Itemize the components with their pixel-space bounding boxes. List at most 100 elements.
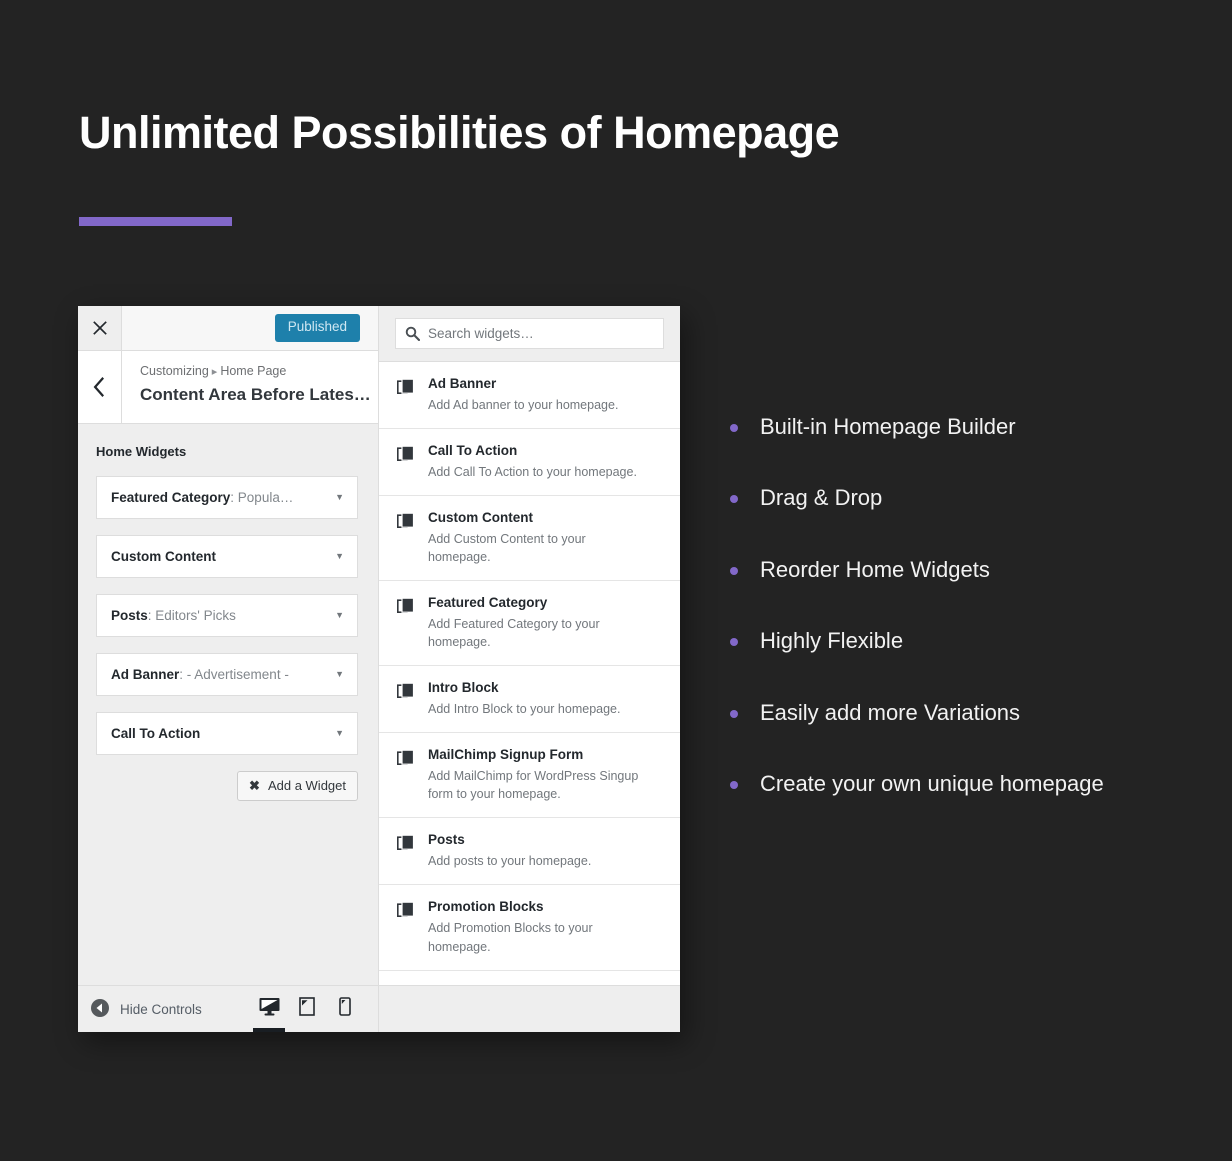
available-widget-item[interactable]: Featured Category Add Featured Category …: [379, 581, 680, 667]
copy-pages-icon: [397, 679, 415, 718]
home-widget-item[interactable]: Call To Action ▼: [96, 712, 358, 755]
copy-pages-icon: [397, 746, 415, 803]
available-widget-item[interactable]: Custom Content Add Custom Content to you…: [379, 496, 680, 582]
add-a-widget-label: Add a Widget: [267, 778, 346, 793]
available-widget-title: Custom Content: [428, 510, 533, 526]
tablet-icon: [299, 997, 315, 1021]
home-widget-item[interactable]: Featured Category: Popula… ▼: [96, 476, 358, 519]
home-widget-name: Ad Banner: [111, 667, 180, 682]
publish-button[interactable]: Published: [274, 314, 360, 342]
available-widget-desc: Add MailChimp for WordPress Singup form …: [428, 769, 639, 802]
home-widget-item[interactable]: Ad Banner: - Advertisement - ▼: [96, 653, 358, 696]
home-widget-label: Custom Content: [111, 549, 216, 564]
add-widget-row: ✖ Add a Widget: [96, 771, 358, 801]
feature-label: Highly Flexible: [760, 628, 904, 654]
search-box[interactable]: [395, 318, 664, 349]
feature-item: Drag & Drop: [730, 485, 1200, 511]
available-widget-text: Posts Add posts to your homepage.: [428, 831, 591, 870]
available-widgets-list: Ad Banner Add Ad banner to your homepage…: [379, 362, 680, 985]
close-x-icon: ✖: [249, 778, 260, 793]
available-widget-desc: Add posts to your homepage.: [428, 854, 592, 869]
hide-controls-button[interactable]: Hide Controls: [78, 998, 202, 1021]
available-widget-item[interactable]: Promotion Blocks Add Promotion Blocks to…: [379, 885, 680, 971]
close-customizer-button[interactable]: [78, 306, 122, 350]
available-widget-title: Ad Banner: [428, 376, 497, 391]
feature-label: Reorder Home Widgets: [760, 556, 990, 582]
copy-pages-icon: [397, 375, 415, 414]
available-widget-item[interactable]: MailChimp Signup Form Add MailChimp for …: [379, 733, 680, 819]
panel-header-text: Customizing ▸ Home Page Content Area Befor…: [122, 351, 385, 423]
feature-label: Drag & Drop: [760, 485, 883, 511]
mobile-icon: [339, 997, 351, 1021]
available-widget-title: MailChimp Signup Form: [428, 747, 584, 763]
breadcrumb: Customizing ▸ Home Page: [140, 362, 371, 381]
page-title: Unlimited Possibilities of Homepage: [79, 107, 840, 158]
available-widget-text: MailChimp Signup Form Add MailChimp for …: [428, 746, 646, 803]
device-preview-switcher: [250, 986, 378, 1032]
home-widget-name: Custom Content: [111, 549, 216, 564]
home-widgets-section: Home Widgets Featured Category: Popula… …: [78, 424, 378, 985]
close-icon: [92, 320, 108, 336]
home-widget-item[interactable]: Posts: Editors' Picks ▼: [96, 594, 358, 637]
home-widget-label: Ad Banner: - Advertisement -: [111, 667, 289, 682]
available-widget-title: Promotion Blocks: [428, 899, 544, 915]
home-widget-item[interactable]: Custom Content ▼: [96, 535, 358, 578]
home-widget-value-sep: :: [230, 490, 238, 505]
chevron-left-icon: [93, 377, 106, 397]
collapse-left-icon: [90, 998, 110, 1021]
chevron-down-icon: ▼: [335, 492, 344, 502]
customizer-controls-pane: Published Customizing ▸ Home Page Conten…: [78, 306, 379, 985]
home-widget-value: Popula…: [237, 490, 294, 505]
bullet-icon: [730, 780, 738, 789]
available-widget-item[interactable]: Ad Banner Add Ad banner to your homepage…: [379, 362, 680, 430]
home-widget-name: Featured Category: [111, 490, 231, 505]
available-widget-desc: Add Promotion Blocks to your homepage.: [428, 921, 593, 954]
home-widget-value: - Advertisement -: [186, 667, 289, 682]
bullet-icon: [730, 495, 738, 504]
home-widgets-heading: Home Widgets: [96, 444, 187, 459]
customizer-body: Published Customizing ▸ Home Page Conten…: [78, 306, 680, 985]
home-widget-name: Call To Action: [111, 726, 201, 741]
available-widget-desc: Add Call To Action to your homepage.: [428, 464, 637, 479]
feature-list: Built-in Homepage Builder Drag & Drop Re…: [730, 414, 1200, 797]
feature-label: Easily add more Variations: [760, 699, 1021, 725]
home-widget-label: Call To Action: [111, 726, 200, 741]
bullet-icon: [730, 424, 738, 432]
copy-pages-icon: [397, 594, 415, 651]
available-widget-title: Call To Action: [428, 443, 518, 459]
available-widget-desc: Add Featured Category to your homepage.: [428, 617, 600, 650]
feature-item: Create your own unique homepage: [730, 771, 1200, 797]
back-button[interactable]: [78, 351, 122, 423]
add-a-widget-button[interactable]: ✖ Add a Widget: [237, 771, 358, 801]
chevron-down-icon: ▼: [335, 669, 344, 679]
available-widget-text: Intro Block Add Intro Block to your home…: [428, 679, 620, 718]
device-desktop-button[interactable]: [250, 986, 288, 1032]
wordpress-customizer-window: Published Customizing ▸ Home Page Conten…: [78, 306, 680, 1032]
home-widget-value: Editors' Picks: [155, 608, 236, 623]
customizer-footer: Hide Controls: [78, 985, 680, 1032]
bullet-icon: [730, 638, 738, 647]
customizer-panel-header: Customizing ▸ Home Page Content Area Befor…: [78, 351, 378, 424]
publish-area: Published: [274, 306, 378, 350]
breadcrumb-root: Customizing: [140, 364, 209, 378]
device-mobile-button[interactable]: [326, 986, 364, 1032]
available-widget-item[interactable]: Intro Block Add Intro Block to your home…: [379, 666, 680, 734]
footer-left: Hide Controls: [78, 986, 379, 1032]
copy-pages-icon: [397, 442, 415, 481]
breadcrumb-separator-icon: ▸: [211, 366, 218, 378]
chevron-down-icon: ▼: [335, 610, 344, 620]
customizer-topbar: Published: [78, 306, 378, 351]
search-input[interactable]: [428, 319, 663, 348]
available-widget-text: Promotion Blocks Add Promotion Blocks to…: [428, 898, 633, 955]
feature-item: Highly Flexible: [730, 628, 1200, 654]
available-widget-text: Custom Content Add Custom Content to you…: [428, 509, 628, 566]
available-widget-item[interactable]: Posts Add posts to your homepage.: [379, 818, 680, 886]
topbar-spacer: [122, 306, 275, 350]
available-widget-item[interactable]: Call To Action Add Call To Action to you…: [379, 429, 680, 497]
feature-item: Reorder Home Widgets: [730, 557, 1200, 583]
feature-item: Built-in Homepage Builder: [730, 414, 1200, 440]
accent-underline: [79, 217, 232, 226]
feature-label: Create your own unique homepage: [760, 770, 1104, 796]
device-tablet-button[interactable]: [288, 986, 326, 1032]
copy-pages-icon: [397, 898, 415, 955]
